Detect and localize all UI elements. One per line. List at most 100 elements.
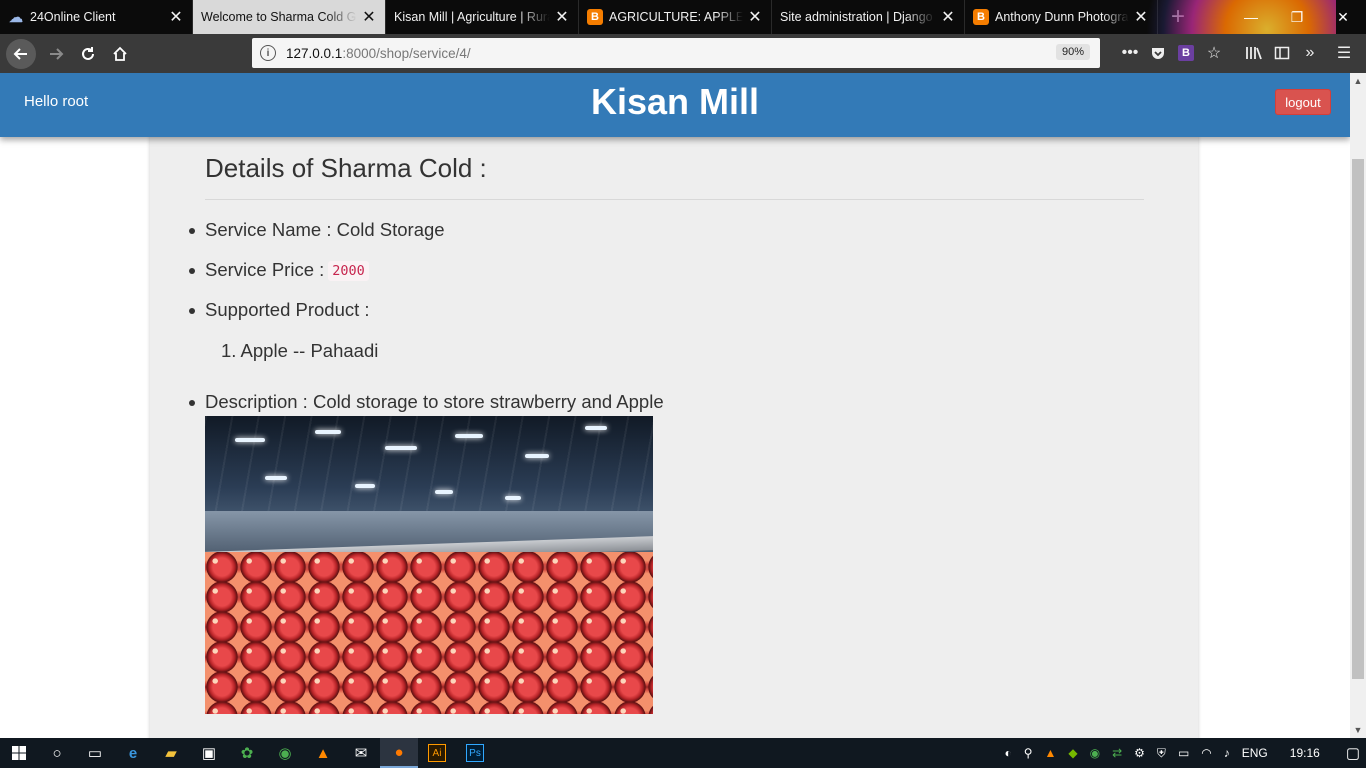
ceiling-light bbox=[385, 446, 417, 450]
tab-title: Kisan Mill | Agriculture | Rura bbox=[394, 10, 550, 24]
forward-arrow-icon bbox=[50, 47, 64, 60]
close-tab-icon[interactable]: ✕ bbox=[1133, 7, 1149, 27]
home-button[interactable] bbox=[104, 38, 136, 70]
close-tab-icon[interactable]: ✕ bbox=[747, 7, 763, 27]
window-controls: — ❐ ✕ bbox=[1228, 0, 1366, 34]
zoom-indicator[interactable]: 90% bbox=[1055, 44, 1090, 60]
extension-b-icon[interactable]: B bbox=[1172, 38, 1200, 68]
hamburger-menu-icon[interactable]: ☰ bbox=[1330, 38, 1358, 68]
reload-icon bbox=[82, 46, 94, 60]
volume-icon[interactable]: ♪ bbox=[1224, 746, 1230, 760]
browser-tab[interactable]: ☁ 24Online Client ✕ bbox=[0, 0, 193, 34]
pocket-icon[interactable] bbox=[1144, 38, 1172, 68]
minimize-icon[interactable]: — bbox=[1228, 0, 1274, 34]
new-tab-button[interactable]: + bbox=[1158, 0, 1198, 34]
blogger-icon: B bbox=[973, 9, 989, 25]
store-icon[interactable]: ▣ bbox=[190, 738, 228, 768]
apples-cold-storage-image bbox=[205, 416, 653, 714]
windows-taskbar: ○ ▭ e ▰ ▣ ✿ ◉ ▲ ✉ ● Ai Ps ◐ ⚲ ▲ ◆ ◉ ⇄ ⚙ … bbox=[0, 738, 1366, 768]
page-actions-icon[interactable]: ••• bbox=[1116, 38, 1144, 68]
restore-icon[interactable]: ❐ bbox=[1274, 0, 1320, 34]
people-icon[interactable]: ⚲ bbox=[1024, 746, 1033, 760]
close-tab-icon[interactable]: ✕ bbox=[554, 7, 570, 27]
service-price-label: Service Price : bbox=[205, 259, 325, 280]
browser-tab[interactable]: Kisan Mill | Agriculture | Rura ✕ bbox=[386, 0, 579, 34]
system-tray: ◐ ⚲ ▲ ◆ ◉ ⇄ ⚙ ⛨ ▭ ◠ ♪ ENG 19:16 ▢ bbox=[998, 738, 1366, 768]
site-info-icon[interactable]: i bbox=[260, 45, 276, 61]
mail-icon[interactable]: ✉ bbox=[342, 738, 380, 768]
library-icon[interactable] bbox=[1240, 38, 1268, 68]
overflow-chevron-icon[interactable]: » bbox=[1296, 38, 1324, 68]
page-title: Details of Sharma Cold : bbox=[205, 153, 487, 183]
network-tray-icon[interactable]: ⇄ bbox=[1112, 746, 1122, 760]
edge-icon[interactable]: e bbox=[114, 738, 152, 768]
tray-app-icon[interactable]: ◐ bbox=[1004, 746, 1011, 760]
ceiling-light bbox=[505, 496, 521, 500]
blogger-icon: B bbox=[587, 9, 603, 25]
service-price-value: 2000 bbox=[328, 261, 369, 281]
back-arrow-icon bbox=[13, 47, 27, 60]
details-panel: Details of Sharma Cold : Service Name : … bbox=[150, 133, 1198, 738]
illustrator-icon[interactable]: Ai bbox=[418, 738, 456, 768]
browser-tab-active[interactable]: Welcome to Sharma Cold Gr ✕ bbox=[193, 0, 386, 34]
toolbar-right: ••• B ☆ » ☰ bbox=[1116, 38, 1358, 68]
service-name-item: Service Name : Cold Storage bbox=[189, 219, 445, 240]
tab-title: Welcome to Sharma Cold Gr bbox=[201, 10, 357, 24]
ceiling-light bbox=[265, 476, 287, 480]
url-host: 127.0.0.1 bbox=[286, 45, 343, 61]
browser-tab-strip: ☁ 24Online Client ✕ Welcome to Sharma Co… bbox=[0, 0, 1366, 73]
browser-tab[interactable]: B AGRICULTURE: APPLE DI ✕ bbox=[579, 0, 772, 34]
close-tab-icon[interactable]: ✕ bbox=[940, 7, 956, 27]
site-header: Hello root Kisan Mill logout bbox=[0, 73, 1350, 137]
ceiling-light bbox=[435, 490, 453, 494]
url-path: :8000/shop/service/4/ bbox=[342, 45, 471, 61]
description-item: Description : Cold storage to store stra… bbox=[189, 391, 664, 412]
scroll-up-icon[interactable]: ▲ bbox=[1350, 73, 1366, 89]
task-view-icon[interactable]: ▭ bbox=[76, 738, 114, 768]
clock[interactable]: 19:16 bbox=[1290, 746, 1320, 760]
firefox-icon[interactable]: ● bbox=[380, 738, 418, 768]
address-bar[interactable]: i 127.0.0.1:8000/shop/service/4/ 90% bbox=[252, 38, 1100, 68]
wifi-icon[interactable]: ◠ bbox=[1201, 746, 1211, 760]
browser-tab[interactable]: Site administration | Django s ✕ bbox=[772, 0, 965, 34]
windows-start-icon[interactable] bbox=[0, 738, 38, 768]
supported-product-item: Supported Product : bbox=[189, 299, 370, 320]
brand-title[interactable]: Kisan Mill bbox=[0, 81, 1350, 123]
battery-icon[interactable]: ▭ bbox=[1178, 746, 1189, 760]
security-icon[interactable]: ⛨ bbox=[1157, 746, 1166, 761]
file-explorer-icon[interactable]: ▰ bbox=[152, 738, 190, 768]
ceiling-light bbox=[235, 438, 265, 442]
product-list-item: 1. Apple -- Pahaadi bbox=[221, 340, 379, 361]
nvidia-icon[interactable]: ◆ bbox=[1068, 746, 1077, 760]
ceiling-light bbox=[585, 426, 607, 430]
close-tab-icon[interactable]: ✕ bbox=[168, 7, 184, 27]
bookmark-star-icon[interactable]: ☆ bbox=[1200, 38, 1228, 68]
browser-toolbar: i 127.0.0.1:8000/shop/service/4/ 90% •••… bbox=[0, 34, 1366, 73]
vlc-tray-icon[interactable]: ▲ bbox=[1044, 746, 1056, 760]
service-price-item: Service Price :2000 bbox=[189, 259, 369, 281]
close-tab-icon[interactable]: ✕ bbox=[361, 7, 377, 27]
tab-title: Anthony Dunn Photogra bbox=[995, 10, 1129, 24]
scroll-down-icon[interactable]: ▼ bbox=[1350, 722, 1366, 738]
forward-button[interactable] bbox=[40, 38, 72, 70]
page-viewport: Hello root Kisan Mill logout Details of … bbox=[0, 73, 1350, 738]
page-scrollbar[interactable]: ▲ ▼ bbox=[1350, 73, 1366, 738]
back-button[interactable] bbox=[6, 38, 36, 69]
vlc-icon[interactable]: ▲ bbox=[304, 738, 342, 768]
cortana-icon[interactable]: ○ bbox=[38, 738, 76, 768]
chrome-icon[interactable]: ◉ bbox=[266, 738, 304, 768]
chrome-tray-icon[interactable]: ◉ bbox=[1090, 746, 1100, 760]
reload-button[interactable] bbox=[72, 38, 104, 70]
ceiling-light bbox=[525, 454, 549, 458]
browser-tab[interactable]: B Anthony Dunn Photogra ✕ bbox=[965, 0, 1158, 34]
ceiling-light bbox=[315, 430, 341, 434]
photoshop-icon[interactable]: Ps bbox=[456, 738, 494, 768]
action-center-icon[interactable]: ▢ bbox=[1346, 744, 1360, 762]
scrollbar-thumb[interactable] bbox=[1352, 159, 1364, 679]
safely-remove-icon[interactable]: ⚙ bbox=[1134, 746, 1145, 760]
close-window-icon[interactable]: ✕ bbox=[1320, 0, 1366, 34]
language-indicator[interactable]: ENG bbox=[1242, 746, 1268, 760]
logout-button[interactable]: logout bbox=[1275, 89, 1331, 115]
app-icon[interactable]: ✿ bbox=[228, 738, 266, 768]
sidebar-icon[interactable] bbox=[1268, 38, 1296, 68]
